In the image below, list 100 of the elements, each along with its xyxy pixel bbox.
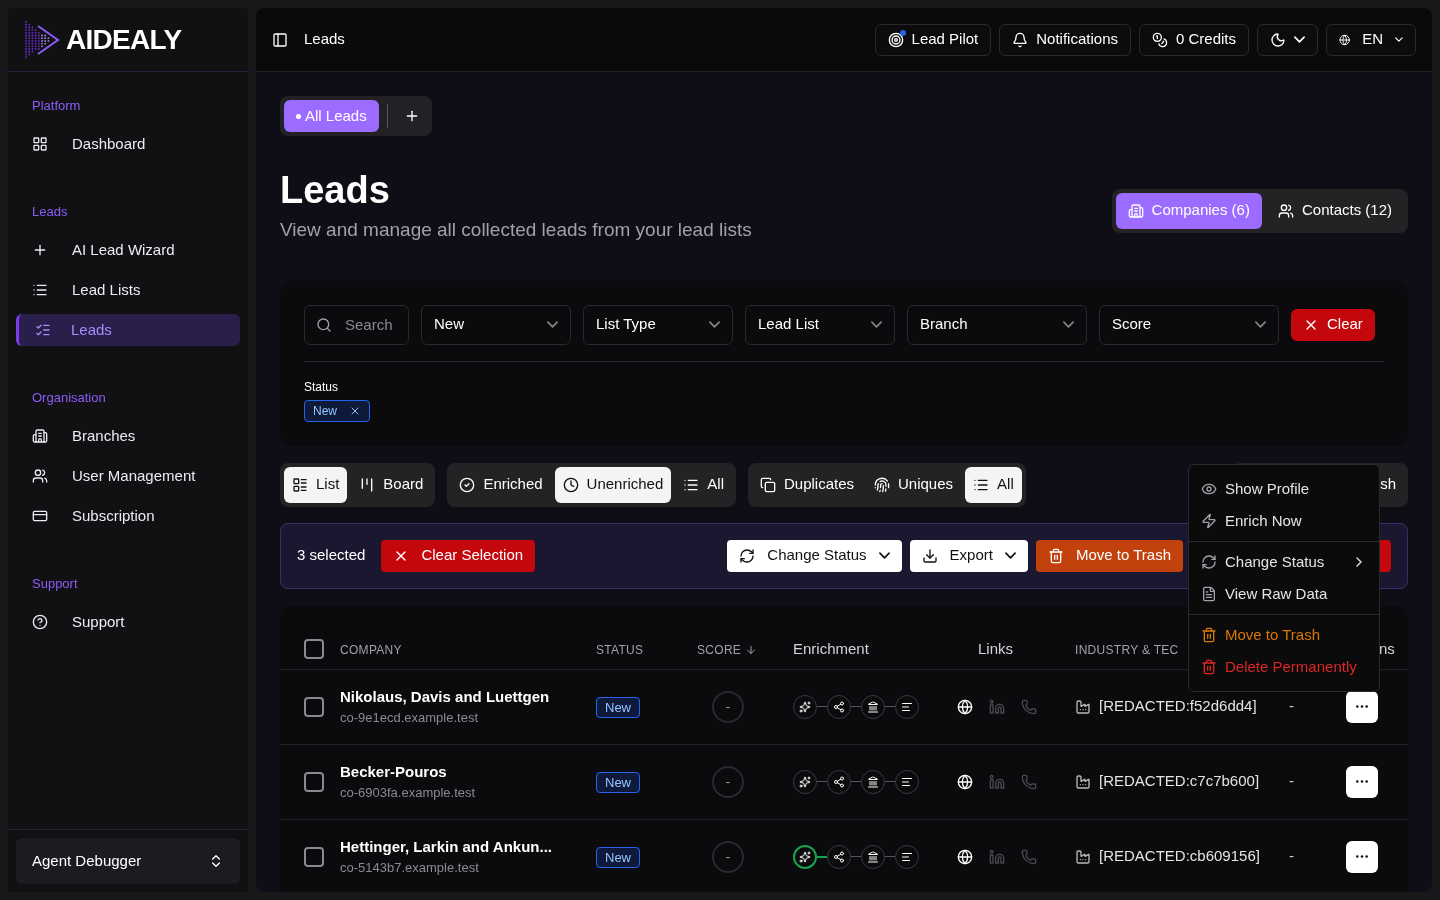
check-circle-icon bbox=[459, 476, 476, 493]
sidebar-item[interactable]: Leads bbox=[16, 314, 240, 346]
chevron-down-icon bbox=[1063, 321, 1074, 328]
segment-button[interactable]: List bbox=[284, 466, 348, 503]
globe-icon[interactable] bbox=[957, 773, 973, 790]
table-cell-text: - bbox=[1289, 696, 1295, 717]
row-checkbox[interactable] bbox=[304, 771, 324, 792]
menu-item[interactable]: View Raw Data bbox=[1189, 578, 1379, 610]
filter-select[interactable]: Score bbox=[1099, 304, 1279, 345]
help-icon bbox=[32, 614, 48, 630]
trash-toggle-text[interactable]: sh bbox=[1380, 473, 1396, 496]
score-ring: - bbox=[712, 765, 744, 798]
column-header[interactable]: COMPANY bbox=[340, 641, 402, 659]
chevron-down-icon bbox=[547, 321, 558, 328]
filter-select[interactable]: List Type bbox=[583, 304, 733, 345]
sidebar-item[interactable]: Support bbox=[16, 602, 240, 642]
trash-icon bbox=[1201, 627, 1217, 643]
segment-button[interactable]: All bbox=[965, 466, 1022, 503]
page-subtitle: View and manage all collected leads from your lead lists bbox=[280, 218, 752, 242]
sidebar-group-label: Support bbox=[31, 575, 79, 593]
row-checkbox[interactable] bbox=[304, 696, 324, 717]
bulk-action-button[interactable]: Export bbox=[909, 539, 1028, 572]
company-name: Becker-Pouros bbox=[340, 761, 448, 782]
status-tag: New bbox=[596, 696, 640, 718]
sidebar-item[interactable]: Lead Lists bbox=[16, 270, 240, 310]
segment-button[interactable]: Duplicates bbox=[751, 466, 862, 503]
sidebar-item[interactable]: AI Lead Wizard bbox=[16, 230, 240, 270]
menu-item[interactable]: Move to Trash bbox=[1189, 619, 1379, 651]
table-row[interactable]: Hettinger, Larkin and Ankun... co-5143b7.example.test New - [REDACTED:cb609156] - bbox=[280, 819, 1408, 892]
row-actions-button[interactable] bbox=[1346, 690, 1378, 723]
header-button[interactable]: Lead Pilot bbox=[874, 23, 992, 56]
column-header[interactable]: STATUS bbox=[596, 641, 644, 659]
chevron-down-icon bbox=[1004, 552, 1016, 559]
sidebar-toggle-icon[interactable] bbox=[272, 31, 288, 48]
trash-icon bbox=[1201, 659, 1217, 675]
menu-item[interactable]: Change Status bbox=[1189, 546, 1379, 578]
header-button[interactable]: 0 Credits bbox=[1138, 23, 1249, 56]
row-checkbox[interactable] bbox=[304, 846, 324, 867]
select-all-checkbox[interactable] bbox=[304, 639, 324, 659]
clear-filters-button[interactable]: Clear bbox=[1291, 308, 1375, 341]
menu-item[interactable]: Enrich Now bbox=[1189, 505, 1379, 537]
sidebar-item[interactable]: Subscription bbox=[16, 496, 240, 536]
theme-button[interactable] bbox=[1257, 23, 1318, 56]
filter-select[interactable]: Branch bbox=[907, 304, 1087, 345]
company-domain: co-9e1ecd.example.test bbox=[340, 709, 480, 727]
users-icon bbox=[1277, 202, 1294, 219]
card-icon bbox=[32, 508, 48, 524]
factory-icon bbox=[1075, 698, 1091, 715]
sidebar-item[interactable]: Branches bbox=[16, 416, 240, 456]
refresh-icon bbox=[1201, 554, 1217, 570]
more-icon bbox=[1356, 780, 1368, 783]
trash-icon bbox=[1047, 547, 1064, 564]
agent-debugger-button[interactable]: Agent Debugger bbox=[16, 838, 240, 884]
lightning-icon bbox=[1201, 513, 1217, 529]
sidebar-item[interactable]: User Management bbox=[16, 456, 240, 496]
globe-icon[interactable] bbox=[957, 698, 973, 715]
users-icon bbox=[32, 468, 48, 484]
column-header[interactable]: ns bbox=[1379, 638, 1395, 661]
building-icon bbox=[32, 428, 48, 444]
header-button[interactable]: Notifications bbox=[999, 23, 1131, 56]
column-header[interactable]: INDUSTRY & TEC bbox=[1075, 641, 1179, 659]
industry-text: [REDACTED:f52d6dd4] bbox=[1099, 696, 1257, 717]
sidebar-item[interactable]: Dashboard bbox=[16, 124, 240, 164]
globe-icon[interactable] bbox=[957, 848, 973, 865]
chevron-down-icon bbox=[1395, 36, 1403, 43]
table-row[interactable]: Becker-Pouros co-6903fa.example.test New - [REDACTED:c7c7b600] - bbox=[280, 744, 1408, 820]
plus-icon bbox=[32, 242, 48, 258]
language-button[interactable]: EN bbox=[1326, 23, 1416, 56]
page-title: Leads bbox=[280, 168, 391, 212]
segment-button[interactable]: Board bbox=[351, 466, 432, 503]
segment-button[interactable]: Unenriched bbox=[554, 466, 672, 503]
eye-icon bbox=[1201, 481, 1217, 497]
search-field[interactable]: Search bbox=[304, 304, 409, 345]
more-icon bbox=[1356, 855, 1368, 858]
segment-button[interactable]: Enriched bbox=[451, 466, 551, 503]
grid-icon bbox=[32, 136, 48, 152]
list-icon bbox=[292, 476, 308, 493]
filter-select[interactable]: New bbox=[421, 304, 571, 345]
column-header[interactable]: Enrichment bbox=[793, 638, 869, 661]
breadcrumb: Leads bbox=[304, 29, 345, 50]
chevron-down-icon bbox=[709, 321, 720, 328]
column-header[interactable]: SCORE bbox=[697, 641, 758, 659]
status-filter-chip[interactable]: New bbox=[304, 399, 370, 422]
row-actions-button[interactable] bbox=[1346, 765, 1378, 798]
segment-button[interactable]: Uniques bbox=[866, 466, 962, 503]
column-header[interactable]: Links bbox=[978, 638, 1014, 661]
filter-select[interactable]: Lead List bbox=[745, 304, 895, 345]
view-tab[interactable]: All Leads bbox=[284, 100, 379, 132]
entity-tab[interactable]: Contacts (12) bbox=[1265, 192, 1404, 229]
menu-item[interactable]: Show Profile bbox=[1189, 473, 1379, 505]
segment-button[interactable]: All bbox=[675, 466, 732, 503]
chevron-down-icon bbox=[1255, 321, 1266, 328]
bulk-action-button[interactable]: Move to Trash bbox=[1035, 539, 1183, 572]
company-name: Hettinger, Larkin and Ankun... bbox=[340, 836, 553, 857]
brand-name: AIDEALY bbox=[66, 22, 182, 57]
clear-selection-button[interactable]: Clear Selection bbox=[381, 539, 536, 572]
row-actions-button[interactable] bbox=[1346, 840, 1378, 873]
entity-tab[interactable]: Companies (6) bbox=[1115, 192, 1262, 229]
bulk-action-button[interactable]: Change Status bbox=[727, 539, 902, 572]
company-domain: co-6903fa.example.test bbox=[340, 784, 477, 802]
